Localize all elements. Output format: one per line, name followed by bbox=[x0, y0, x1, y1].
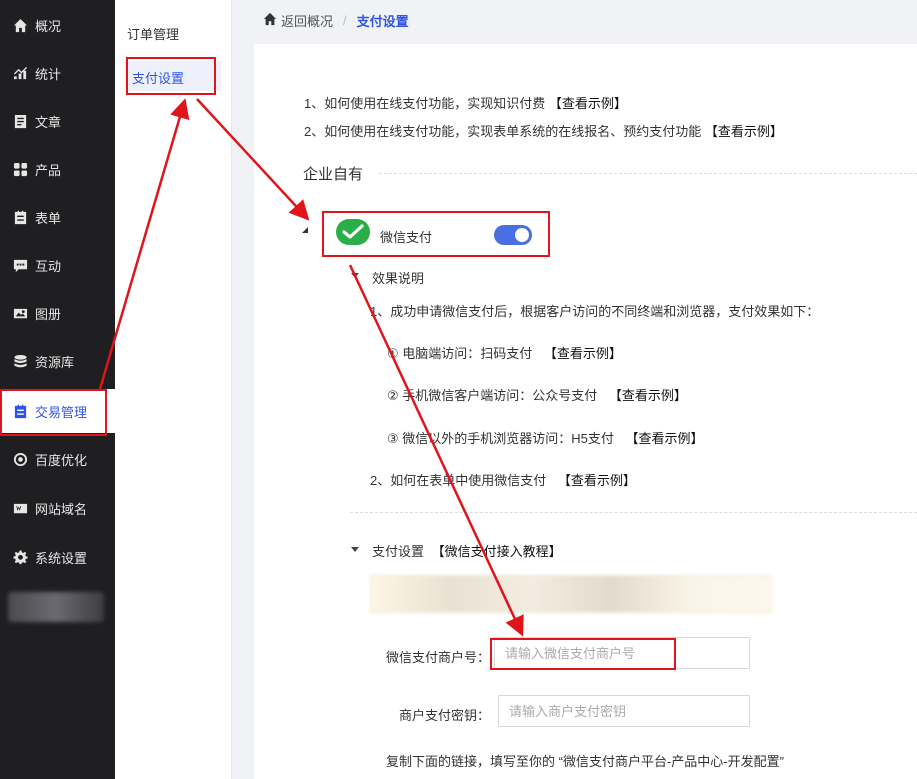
annotation-box-wechat-pay bbox=[322, 211, 550, 257]
breadcrumb-separator: / bbox=[343, 12, 347, 28]
effect-item-2-example-link[interactable]: 【查看示例】 bbox=[609, 388, 687, 403]
merchant-key-input[interactable] bbox=[498, 695, 750, 727]
sidebar-item-resources[interactable]: 资源库 bbox=[0, 339, 115, 383]
home-icon bbox=[12, 17, 28, 33]
effect-line-2: 2、如何在表单中使用微信支付 【查看示例】 bbox=[370, 473, 636, 488]
effect-item-3-example-link[interactable]: 【查看示例】 bbox=[626, 431, 704, 446]
article-icon bbox=[12, 113, 28, 129]
album-icon bbox=[12, 305, 28, 321]
sidebar-item-album[interactable]: 图册 bbox=[0, 291, 115, 335]
sidebar-item-interaction[interactable]: 互动 bbox=[0, 243, 115, 287]
domain-icon bbox=[12, 500, 28, 516]
merchant-key-label: 商户支付密钥： bbox=[399, 708, 491, 723]
gear-icon bbox=[12, 549, 28, 565]
settings-tutorial-link[interactable]: 【微信支付接入教程】 bbox=[432, 544, 562, 559]
sidebar-item-products[interactable]: 产品 bbox=[0, 147, 115, 191]
merchant-id-label: 微信支付商户号： bbox=[386, 650, 491, 665]
effect-item-2: ② 手机微信客户端访问：公众号支付 【查看示例】 bbox=[387, 388, 687, 403]
effect-expand-icon[interactable] bbox=[351, 273, 359, 278]
annotation-box-trade-management bbox=[0, 389, 107, 436]
effect-title: 效果说明 bbox=[372, 271, 425, 286]
section-divider bbox=[379, 173, 917, 174]
sidebar-item-forms[interactable]: 表单 bbox=[0, 195, 115, 239]
intro-line-2-example-link[interactable]: 【查看示例】 bbox=[705, 124, 783, 139]
sidebar-item-seo[interactable]: 百度优化 bbox=[0, 437, 115, 481]
submenu-item-orders[interactable]: 订单管理 bbox=[127, 24, 179, 43]
grid-icon bbox=[12, 161, 28, 177]
effect-item-3: ③ 微信以外的手机浏览器访问：H5支付 【查看示例】 bbox=[387, 431, 704, 446]
breadcrumb-back-link[interactable]: 返回概况 bbox=[281, 11, 333, 30]
sidebar-item-articles[interactable]: 文章 bbox=[0, 99, 115, 143]
effect-item-1: ① 电脑端访问：扫码支付 【查看示例】 bbox=[387, 346, 622, 361]
database-icon bbox=[12, 353, 28, 369]
copy-hint-text: 复制下面的链接，填写至你的 “微信支付商户平台-产品中心-开发配置” bbox=[386, 754, 784, 769]
breadcrumb-current: 支付设置 bbox=[356, 13, 409, 29]
intro-line-2: 2、如何使用在线支付功能，实现表单系统的在线报名、预约支付功能 【查看示例】 bbox=[304, 124, 783, 139]
chart-icon bbox=[12, 65, 28, 81]
settings-title: 支付设置 【微信支付接入教程】 bbox=[372, 544, 562, 559]
collapse-caret-icon[interactable] bbox=[302, 227, 308, 233]
account-placeholder-blurred bbox=[8, 592, 104, 622]
chat-icon bbox=[12, 257, 28, 273]
effect-item-1-example-link[interactable]: 【查看示例】 bbox=[544, 346, 622, 361]
effect-line-2-example-link[interactable]: 【查看示例】 bbox=[558, 473, 636, 488]
form-icon bbox=[12, 209, 28, 225]
intro-line-1-example-link[interactable]: 【查看示例】 bbox=[549, 96, 627, 111]
section-title-enterprise: 企业自有 bbox=[303, 166, 364, 183]
breadcrumb: 返回概况 / 支付设置 bbox=[232, 0, 917, 40]
sidebar-item-overview[interactable]: 概况 bbox=[0, 3, 115, 47]
blurred-notice-bar bbox=[370, 575, 772, 613]
settings-divider bbox=[350, 512, 917, 513]
intro-line-1: 1、如何使用在线支付功能，实现知识付费 【查看示例】 bbox=[304, 96, 627, 111]
settings-expand-icon[interactable] bbox=[351, 547, 359, 552]
annotation-box-merchant-id bbox=[490, 638, 676, 670]
submenu: 订单管理 支付设置 bbox=[115, 0, 232, 779]
annotation-box-payment-settings bbox=[126, 57, 216, 95]
sidebar-item-domain[interactable]: 网站域名 bbox=[0, 486, 115, 530]
home-icon bbox=[263, 12, 281, 29]
seo-icon bbox=[12, 451, 28, 467]
sidebar-item-settings[interactable]: 系统设置 bbox=[0, 535, 115, 579]
effect-line-1: 1、成功申请微信支付后，根据客户访问的不同终端和浏览器，支付效果如下： bbox=[370, 304, 820, 319]
sidebar-item-statistics[interactable]: 统计 bbox=[0, 51, 115, 95]
